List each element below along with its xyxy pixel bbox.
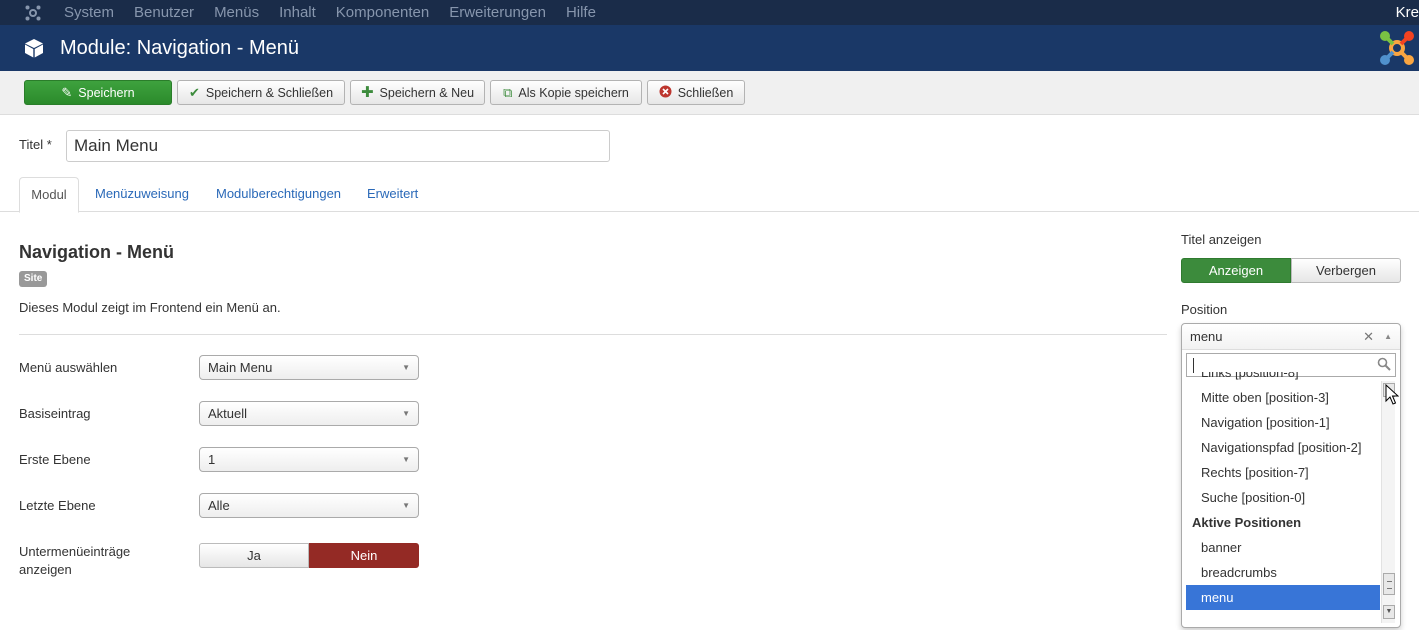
end-level-select[interactable]: Alle ▼ [199, 493, 419, 518]
save-new-label: Speichern & Neu [379, 85, 475, 100]
show-title-label: Titel anzeigen [1181, 232, 1262, 247]
position-label: Position [1181, 302, 1228, 317]
start-level-select[interactable]: 1 ▼ [199, 447, 419, 472]
mouse-cursor-icon [1385, 384, 1399, 405]
menu-extensions[interactable]: Erweiterungen [449, 4, 546, 21]
module-description: Dieses Modul zeigt im Frontend ein Menü … [19, 300, 281, 315]
close-label: Schließen [677, 85, 734, 100]
submenu-toggle: Ja Nein [199, 543, 419, 568]
menu-help[interactable]: Hilfe [566, 4, 596, 21]
result-option[interactable]: Mitte oben [position-3] [1186, 385, 1380, 410]
menu-select-label: Menü auswählen [19, 360, 118, 375]
save-new-button[interactable]: ✚ Speichern & Neu [350, 80, 485, 105]
menu-system[interactable]: System [64, 4, 114, 21]
joomla-logo-icon[interactable] [22, 2, 44, 24]
result-option[interactable]: banner [1186, 535, 1380, 560]
result-option[interactable]: Links [position-8] [1186, 372, 1380, 385]
menu-menus[interactable]: Menüs [214, 4, 259, 21]
plus-icon: ✚ [360, 84, 374, 101]
scroll-thumb[interactable] [1383, 573, 1395, 595]
results-scrollbar[interactable]: ▲ ▼ [1381, 381, 1395, 623]
search-icon [1377, 357, 1391, 371]
result-option[interactable]: Suche [position-0] [1186, 485, 1380, 510]
end-level-label: Letzte Ebene [19, 498, 96, 513]
title-input[interactable] [66, 130, 610, 162]
submenu-label-line2: anzeigen [19, 562, 72, 577]
result-group-header: Aktive Positionen [1192, 515, 1302, 530]
admin-menubar: System Benutzer Menüs Inhalt Komponenten… [0, 0, 1419, 25]
end-level-value: Alle [208, 498, 230, 513]
start-level-label: Erste Ebene [19, 452, 91, 467]
base-item-value: Aktuell [208, 406, 248, 421]
caret-up-icon[interactable]: ▲ [1384, 324, 1392, 350]
save-button[interactable]: ✎ Speichern [24, 80, 172, 105]
submenu-yes-button[interactable]: Ja [199, 543, 309, 568]
base-item-label: Basiseintrag [19, 406, 91, 421]
module-heading: Navigation - Menü [19, 242, 175, 262]
menu-select-value: Main Menu [208, 360, 273, 375]
tab-module[interactable]: Modul [19, 177, 79, 213]
page-title: Module: Navigation - Menü [60, 36, 300, 59]
user-menu[interactable]: Kre [1396, 0, 1419, 25]
base-item-select[interactable]: Aktuell ▼ [199, 401, 419, 426]
menu-components[interactable]: Komponenten [336, 4, 429, 21]
save-copy-label: Als Kopie speichern [518, 85, 629, 100]
caret-down-icon: ▼ [402, 455, 410, 464]
site-badge: Site [19, 271, 48, 287]
cube-icon [25, 39, 43, 58]
menu-content[interactable]: Inhalt [279, 4, 316, 21]
caret-down-icon: ▼ [402, 363, 410, 372]
result-option[interactable]: breadcrumbs [1186, 560, 1380, 585]
edit-icon: ✎ [61, 85, 73, 100]
divider [19, 334, 1167, 335]
tab-module-permissions[interactable]: Modulberechtigungen [216, 177, 341, 212]
save-copy-button[interactable]: ⧉ Als Kopie speichern [490, 80, 642, 105]
submenu-no-button[interactable]: Nein [309, 543, 419, 568]
save-button-label: Speichern [78, 85, 135, 100]
cancel-icon [659, 85, 672, 100]
close-button[interactable]: Schließen [647, 80, 745, 105]
show-title-toggle: Anzeigen Verbergen [1181, 258, 1401, 283]
start-level-value: 1 [208, 452, 216, 467]
result-option[interactable]: Rechts [position-7] [1186, 460, 1380, 485]
menu-select[interactable]: Main Menu ▼ [199, 355, 419, 380]
text-caret [1193, 358, 1194, 373]
position-dropdown: menu ✕ ▲ Links [position-8] Mitte oben [p… [1181, 323, 1401, 628]
position-current-value: menu [1190, 329, 1223, 344]
tab-advanced[interactable]: Erweitert [367, 177, 418, 212]
result-option[interactable]: Navigation [position-1] [1186, 410, 1380, 435]
toolbar: ✎ Speichern ✔ Speichern & Schließen ✚ Sp… [0, 71, 1419, 115]
save-close-label: Speichern & Schließen [205, 85, 334, 100]
check-icon: ✔ [188, 85, 200, 100]
menu-users[interactable]: Benutzer [134, 4, 194, 21]
copy-icon: ⧉ [503, 85, 513, 100]
submenu-label-line1: Untermenüeinträge [19, 544, 131, 559]
show-title-hide-button[interactable]: Verbergen [1291, 258, 1401, 283]
submenu-label: Untermenüeinträge anzeigen [19, 543, 130, 579]
page-header: Module: Navigation - Menü [0, 25, 1419, 71]
result-option[interactable]: menu [1186, 585, 1380, 610]
tab-menu-assignment[interactable]: Menüzuweisung [95, 177, 189, 212]
result-option[interactable]: Navigationspfad [position-2] [1186, 435, 1380, 460]
save-close-button[interactable]: ✔ Speichern & Schließen [177, 80, 345, 105]
caret-down-icon: ▼ [402, 501, 410, 510]
title-label: Titel * [19, 137, 52, 152]
position-results: Links [position-8] Mitte oben [position-3… [1186, 372, 1380, 618]
scroll-down-icon[interactable]: ▼ [1383, 605, 1395, 619]
show-title-show-button[interactable]: Anzeigen [1181, 258, 1291, 283]
joomla-brand-icon [1380, 31, 1414, 65]
clear-icon[interactable]: ✕ [1363, 324, 1374, 350]
caret-down-icon: ▼ [402, 409, 410, 418]
tab-bar: Modul Menüzuweisung Modulberechtigungen … [0, 177, 1419, 213]
